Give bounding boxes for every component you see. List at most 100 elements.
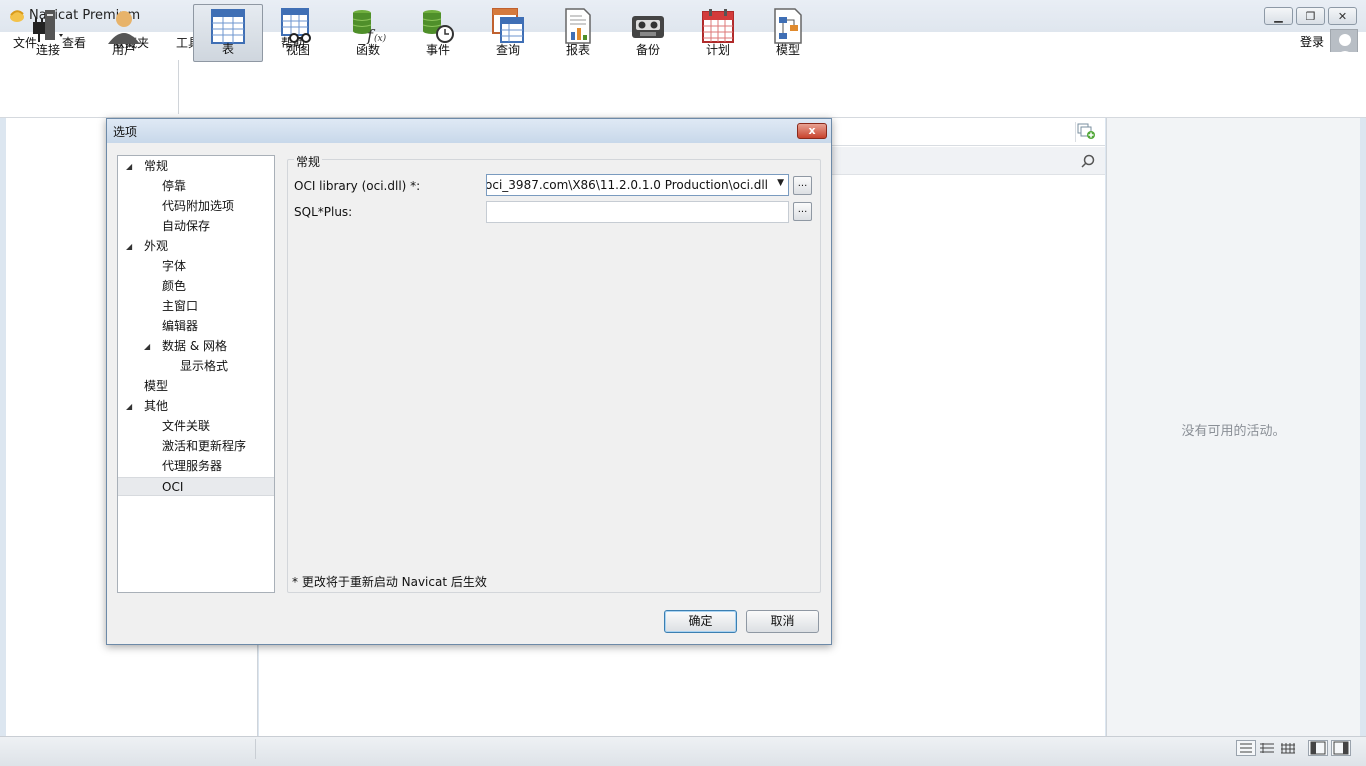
tree-item[interactable]: 显示格式 (118, 357, 274, 376)
tree-item[interactable]: 模型 (118, 377, 274, 396)
toolbar-label: 用户 (111, 43, 136, 57)
restore-button[interactable]: ❐ (1296, 7, 1325, 25)
tree-item[interactable]: 代码附加选项 (118, 197, 274, 216)
tree-item[interactable]: 自动保存 (118, 217, 274, 236)
restart-note: * 更改将于重新启动 Navicat 后生效 (292, 575, 487, 589)
toolbar-label: 计划 (705, 43, 730, 57)
left-pane-icon (1310, 741, 1326, 755)
tree-item-label: 显示格式 (180, 359, 229, 373)
right-pane-icon (1333, 741, 1349, 755)
activity-pane: 没有可用的活动。 (1106, 118, 1360, 736)
group-label: 常规 (294, 153, 323, 170)
tree-item[interactable]: 颜色 (118, 277, 274, 296)
ok-button[interactable]: 确定 (664, 610, 737, 633)
toolbar-separator (178, 60, 179, 114)
browse-label: ... (797, 178, 808, 189)
view-list-button[interactable] (1236, 740, 1256, 756)
toolbar-label: 备份 (635, 43, 660, 57)
tree-item[interactable]: 代理服务器 (118, 457, 274, 476)
oci-browse-button[interactable]: ... (793, 176, 812, 195)
tree-item[interactable]: 文件关联 (118, 417, 274, 436)
tree-item[interactable]: OCI (118, 477, 274, 496)
minimize-button[interactable]: ▁ (1264, 7, 1293, 25)
tree-item[interactable]: 激活和更新程序 (118, 437, 274, 456)
tree-item-label: 其他 (144, 399, 169, 413)
toolbar-model[interactable]: 模型 (753, 4, 823, 62)
tree-item[interactable]: ◢ 数据 & 网格 (118, 337, 274, 356)
event-icon (422, 10, 454, 43)
tree-item-label: 编辑器 (162, 319, 199, 333)
new-object-button[interactable] (1075, 122, 1097, 142)
toggle-left-pane-button[interactable] (1308, 740, 1328, 756)
toolbar-connection[interactable]: 连接 (13, 4, 83, 62)
oci-library-label: OCI library (oci.dll) *: (294, 179, 421, 193)
cancel-label: 取消 (770, 614, 795, 628)
oci-library-combo[interactable]: C:\oci_3987.com\X86\11.2.0.1.0 Productio… (486, 174, 789, 196)
tree-item[interactable]: 主窗口 (118, 297, 274, 316)
ok-label: 确定 (688, 614, 713, 628)
tree-item-label: OCI (162, 480, 184, 494)
toolbar-label: 视图 (285, 43, 310, 57)
model-icon (774, 8, 802, 44)
tree-item[interactable]: 停靠 (118, 177, 274, 196)
cancel-button[interactable]: 取消 (746, 610, 819, 633)
tree-item-label: 文件关联 (162, 419, 211, 433)
view-icon (281, 8, 311, 43)
browse-label: ... (797, 204, 808, 215)
view-grid-button[interactable] (1278, 740, 1298, 756)
minimize-icon: ▁ (1274, 9, 1283, 23)
tree-item-label: 常规 (144, 159, 169, 173)
toolbar-label: 查询 (495, 43, 520, 57)
sqlplus-input[interactable] (486, 201, 789, 223)
expand-caret-icon[interactable]: ◢ (144, 337, 150, 356)
toolbar-table[interactable]: 表 (193, 4, 263, 62)
toolbar-query[interactable]: 查询 (473, 4, 543, 62)
tree-item-label: 模型 (144, 379, 169, 393)
tree-item-label: 代码附加选项 (162, 199, 235, 213)
no-activity-text: 没有可用的活动。 (1181, 424, 1286, 439)
grid-view-icon (1281, 743, 1295, 754)
toolbar-label: 函数 (355, 43, 380, 57)
report-icon (565, 8, 591, 44)
dialog-title-bar[interactable]: 选项 x (107, 119, 831, 143)
toolbar-event[interactable]: 事件 (403, 4, 473, 62)
close-window-button[interactable]: ✕ (1328, 7, 1357, 25)
toolbar-report[interactable]: 报表 (543, 4, 613, 62)
tree-item[interactable]: ◢ 其他 (118, 397, 274, 416)
expand-caret-icon[interactable]: ◢ (126, 237, 132, 256)
oci-library-value: C:\oci_3987.com\X86\11.2.0.1.0 Productio… (486, 178, 768, 192)
toolbar-label: 模型 (775, 43, 800, 57)
tree-item-label: 字体 (162, 259, 187, 273)
toolbar-function[interactable]: f (x) 函数 (333, 4, 403, 62)
expand-caret-icon[interactable]: ◢ (126, 397, 132, 416)
tree-item-label: 主窗口 (162, 299, 199, 313)
search-icon[interactable] (1081, 154, 1095, 168)
tree-item-label: 激活和更新程序 (162, 439, 247, 453)
list-view-icon (1240, 743, 1252, 753)
options-tree[interactable]: ◢ 常规停靠代码附加选项 自动保存 ◢ 外观字体颜色主窗口编辑器 ◢ 数据 & 网格显示格式… (117, 155, 275, 593)
toolbar-backup[interactable]: 备份 (613, 4, 683, 62)
tree-item-label: 自动保存 (162, 219, 211, 233)
sqlplus-label: SQL*Plus: (294, 205, 353, 219)
toolbar-label: 表 (221, 42, 234, 56)
dropdown-arrow-icon[interactable]: ▼ (777, 178, 784, 188)
toolbar-view[interactable]: 视图 (263, 4, 333, 62)
tree-item[interactable]: ◢ 常规 (118, 157, 274, 176)
tree-item[interactable]: 编辑器 (118, 317, 274, 336)
expand-caret-icon[interactable]: ◢ (126, 157, 132, 176)
toolbar-label: 连接 (35, 43, 60, 57)
tree-item[interactable]: ◢ 外观 (118, 237, 274, 256)
tree-item-label: 停靠 (162, 179, 187, 193)
query-icon (492, 8, 524, 43)
status-segment (6, 739, 256, 759)
view-detail-button[interactable] (1257, 740, 1277, 756)
tree-item-label: 数据 & 网格 (162, 339, 227, 353)
tree-item[interactable]: 字体 (118, 257, 274, 276)
toolbar-schedule[interactable]: 计划 (683, 4, 753, 62)
toolbar-user[interactable]: 用户 (89, 4, 159, 62)
sqlplus-browse-button[interactable]: ... (793, 202, 812, 221)
tree-item-label: 颜色 (162, 279, 187, 293)
toggle-right-pane-button[interactable] (1331, 740, 1351, 756)
login-link[interactable]: 登录 (1300, 33, 1324, 50)
dialog-close-button[interactable]: x (797, 123, 827, 139)
